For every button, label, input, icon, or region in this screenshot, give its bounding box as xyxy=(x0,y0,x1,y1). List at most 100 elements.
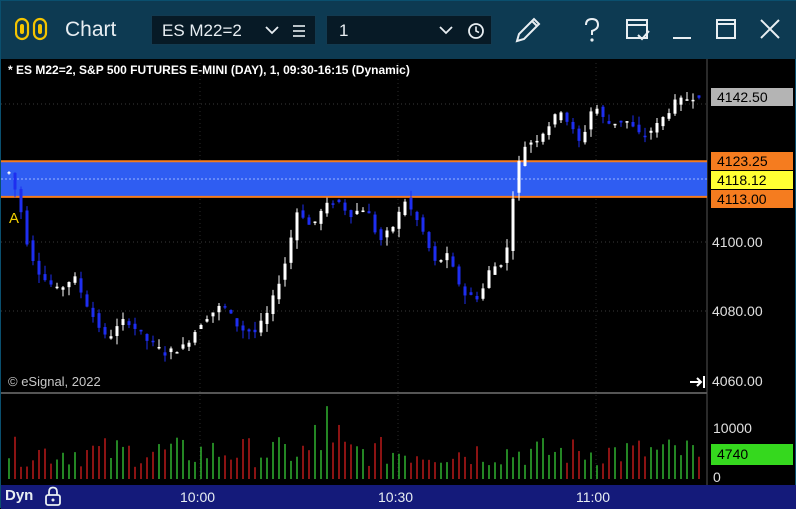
candle-body xyxy=(409,197,413,210)
candle-body xyxy=(253,329,257,333)
candle-body xyxy=(481,288,485,299)
candle-body xyxy=(511,198,515,251)
band-mid-tag: 4118.12 xyxy=(711,171,793,189)
candle-body xyxy=(547,126,551,136)
time-axis[interactable]: Dyn 10:00 10:30 11:00 xyxy=(1,485,796,509)
candle-body xyxy=(637,124,641,133)
candle-body xyxy=(223,306,227,308)
candle-body xyxy=(175,352,179,354)
candle-body xyxy=(211,312,215,317)
candle-body xyxy=(433,246,437,261)
candle-body xyxy=(187,342,191,347)
lock-icon[interactable] xyxy=(44,486,62,506)
close-icon[interactable] xyxy=(753,13,787,47)
candle-body xyxy=(205,319,209,322)
candle-body xyxy=(13,172,17,190)
minimize-icon[interactable] xyxy=(665,13,699,47)
symbol-selector[interactable]: ES M22=2 xyxy=(151,15,316,45)
candle-body xyxy=(505,247,509,263)
candle-body xyxy=(49,280,53,285)
candle-body xyxy=(451,256,455,267)
candle-body xyxy=(127,321,131,326)
candle-body xyxy=(19,189,23,213)
maximize-icon[interactable] xyxy=(709,13,743,47)
price-axis-label: 4080.00 xyxy=(712,303,763,319)
candle-body xyxy=(541,133,545,142)
candle-body xyxy=(43,274,47,281)
candle-body xyxy=(157,346,161,349)
candle-body xyxy=(415,211,419,221)
time-axis-label: 10:30 xyxy=(378,489,414,505)
candle-body xyxy=(73,276,77,283)
candle-body xyxy=(613,123,617,126)
chart-canvas[interactable] xyxy=(1,59,796,485)
candle-body xyxy=(319,210,323,224)
candle-body xyxy=(7,172,11,174)
candle-body xyxy=(121,319,125,326)
chevron-down-icon[interactable] xyxy=(439,25,453,35)
candle-body xyxy=(325,202,329,214)
clock-icon[interactable] xyxy=(467,22,485,40)
candle-body xyxy=(691,99,695,102)
candle-body xyxy=(217,305,221,313)
candle-body xyxy=(91,307,95,317)
price-axis-label: 4100.00 xyxy=(712,234,763,250)
candle-body xyxy=(295,212,299,241)
candle-body xyxy=(151,340,155,343)
candle-body xyxy=(283,263,287,280)
candle-body xyxy=(667,113,671,119)
candle-body xyxy=(241,325,245,331)
last-price-tag: 4142.50 xyxy=(711,88,793,106)
candle-body xyxy=(361,210,365,213)
time-axis-label: 10:00 xyxy=(180,489,216,505)
candle-body xyxy=(661,117,665,127)
candle-body xyxy=(367,211,371,214)
candle-body xyxy=(337,199,341,203)
candle-body xyxy=(397,211,401,229)
candle-body xyxy=(85,294,89,307)
dynamic-mode-label[interactable]: Dyn xyxy=(5,487,33,504)
candle-body xyxy=(553,114,557,125)
candle-body xyxy=(445,253,449,261)
candle-body xyxy=(109,336,113,339)
candle-body xyxy=(649,130,653,133)
candle-body xyxy=(145,334,149,341)
candle-body xyxy=(685,99,689,101)
interval-selector[interactable]: 1 xyxy=(326,15,492,45)
candle-body xyxy=(631,122,635,127)
candle-body xyxy=(463,286,467,296)
candle-body xyxy=(115,326,119,336)
study-label: * ES M22=2, S&P 500 FUTURES E-MINI (DAY)… xyxy=(8,63,410,77)
save-layout-icon[interactable] xyxy=(621,13,655,47)
interval-value: 1 xyxy=(339,21,349,40)
candle-body xyxy=(673,99,677,114)
candle-body xyxy=(103,327,107,335)
candle-body xyxy=(679,97,683,105)
candle-body xyxy=(427,232,431,249)
marker-label: A xyxy=(9,210,20,227)
copyright-label: © eSignal, 2022 xyxy=(8,374,101,389)
candle-body xyxy=(517,160,521,193)
title-bar[interactable]: Chart ES M22=2 1 xyxy=(1,1,796,59)
chevron-down-icon[interactable] xyxy=(265,25,279,35)
candle-body xyxy=(259,320,263,333)
candle-body xyxy=(79,278,83,293)
band-bottom-tag: 4113.00 xyxy=(711,190,793,208)
candle-body xyxy=(343,202,347,211)
candle-body xyxy=(535,140,539,143)
help-icon[interactable] xyxy=(575,13,609,47)
candle-body xyxy=(571,121,575,130)
candle-body xyxy=(697,95,701,98)
candle-body xyxy=(37,260,41,275)
candle-body xyxy=(391,226,395,232)
candle-body xyxy=(559,112,563,121)
candle-body xyxy=(277,283,281,300)
pencil-icon[interactable] xyxy=(511,13,545,47)
go-to-end-icon[interactable] xyxy=(689,375,707,389)
candle-body xyxy=(625,121,629,123)
chart-app-icon xyxy=(15,17,48,41)
candle-body xyxy=(61,287,65,290)
candle-body xyxy=(643,135,647,138)
menu-icon[interactable] xyxy=(292,24,306,38)
candle-body xyxy=(247,329,251,332)
